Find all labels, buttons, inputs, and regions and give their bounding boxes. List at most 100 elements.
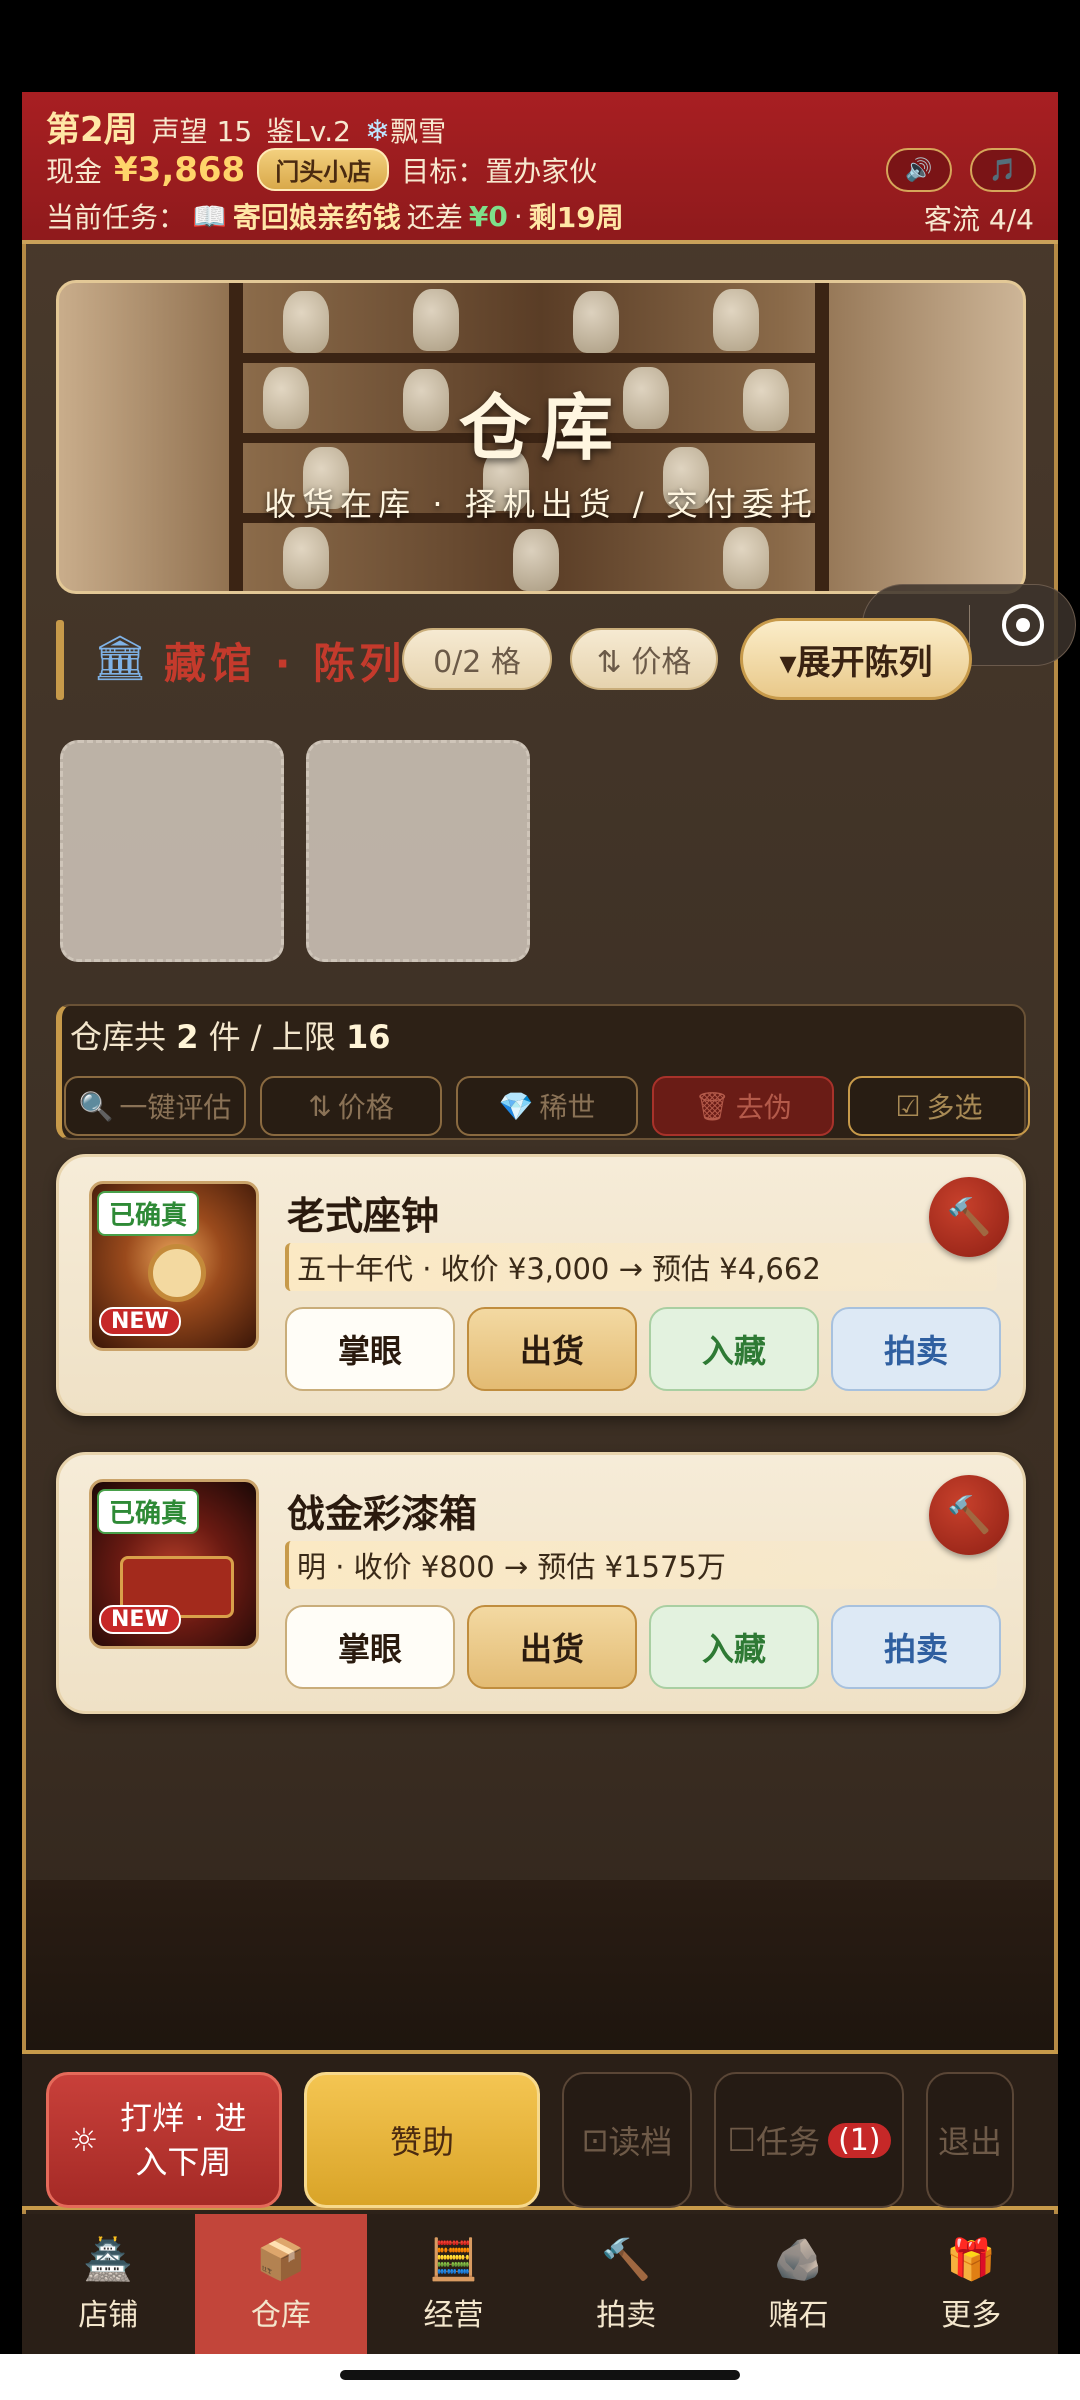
item-card: 已确真 NEW 老式座钟 五十年代 · 收价 ¥3,000 → 预估 ¥4,66… [56,1154,1026,1416]
expand-display-button[interactable]: ▾展开陈列 [740,618,972,700]
gift-icon: 🎁 [946,2236,997,2283]
status-row-2: 现金 ¥3,868 门头小店 目标：置办家伙 [46,148,597,191]
item-name: 戗金彩漆箱 [287,1492,478,1536]
remove-fakes-button[interactable]: 🗑 去伪 [652,1076,834,1136]
warehouse-count: 仓库共 2 件 / 上限 16 [70,1018,391,1056]
sell-button[interactable]: 出货 [467,1307,637,1391]
appraise-all-button[interactable]: 🔍 一键评估 [64,1076,246,1136]
task-label: 当前任务： [46,201,187,234]
status-row-1: 第2周 声望 15 鉴Lv.2 ❄飘雪 [46,102,446,151]
inspect-button[interactable]: 掌眼 [285,1307,455,1391]
end-week-label: 打烊 · 进入下周 [120,2099,247,2181]
sort-arrows-icon: ⇅ [308,1089,332,1123]
load-save-button[interactable]: ⊡ 读档 [562,2072,692,2208]
sponsor-button[interactable]: 赞助 [304,2072,540,2208]
task-name: 寄回娘亲药钱 [232,201,401,234]
warehouse-banner: 仓库 收货在库 · 择机出货 / 交付委托 [56,280,1026,594]
auction-button[interactable]: 拍卖 [831,1307,1001,1391]
item-meta: 明 · 收价 ¥800 → 预估 ¥1575万 [285,1541,997,1589]
task-gap-value: ¥0 [468,199,508,233]
tasks-button[interactable]: ☐ 任务 (1) [714,2072,904,2208]
sort-price-button[interactable]: ⇅ 价格 [260,1076,442,1136]
task-icon: ☐ [727,2121,757,2159]
music-toggle-button[interactable]: 🎵 [970,148,1036,192]
abacus-icon: 🧮 [428,2236,479,2283]
inspect-button[interactable]: 掌眼 [285,1605,455,1689]
new-badge: NEW [99,1605,181,1634]
diamond-icon: 💎 [498,1089,534,1123]
jade-stone-icon: 🪨 [773,2236,824,2283]
add-to-collection-button[interactable]: 入藏 [649,1605,819,1689]
new-badge: NEW [99,1307,181,1336]
sun-icon: ☼ [69,2121,99,2159]
end-week-button[interactable]: ☼ 打烊 · 进入下周 [46,2072,282,2208]
item-card: 已确真 NEW 戗金彩漆箱 明 · 收价 ¥800 → 预估 ¥1575万 🔨 … [56,1452,1026,1714]
customer-traffic: 客流 4/4 [924,203,1034,236]
sound-toggle-button[interactable]: 🔊 [886,148,952,192]
tab-shop[interactable]: 🏯 店铺 [22,2214,195,2354]
appraisal-level: 鉴Lv.2 [266,115,351,148]
tab-business[interactable]: 🧮 经营 [367,2214,540,2354]
item-meta: 五十年代 · 收价 ¥3,000 → 预估 ¥4,662 [285,1243,997,1291]
music-note-icon: 🎵 [989,157,1017,183]
task-separator: · [513,199,523,233]
shop-level-badge: 门头小店 [257,148,390,191]
display-slot-1[interactable] [60,740,284,962]
folder-icon: ⊡ [581,2121,609,2159]
tab-gamble-stone[interactable]: 🪨 赌石 [712,2214,885,2354]
tab-warehouse[interactable]: 📦 仓库 [194,2214,368,2354]
sell-button[interactable]: 出货 [467,1605,637,1689]
tab-more[interactable]: 🎁 更多 [885,2214,1058,2354]
exit-button[interactable]: 退出 [926,2072,1014,2208]
pagoda-icon: 🏯 [83,2236,134,2283]
current-task-row: 当前任务： 📖 寄回娘亲药钱 还差 ¥0 · 剩19周 [46,196,624,236]
banner-subtitle: 收货在库 · 择机出货 / 交付委托 [264,485,818,523]
status-header: 第2周 声望 15 鉴Lv.2 ❄飘雪 现金 ¥3,868 门头小店 目标：置办… [22,92,1058,244]
tab-auction[interactable]: 🔨 拍卖 [540,2214,713,2354]
task-gap-label: 还差 [406,201,463,234]
item-count: 2 [176,1018,199,1056]
item-limit: 16 [345,1018,391,1056]
snowflake-icon: ❄ [364,114,391,149]
display-slots-pill: 0/2 格 [402,628,552,690]
book-icon: 📖 [192,199,227,233]
warehouse-toolbar: 仓库共 2 件 / 上限 16 🔍 一键评估 ⇅ 价格 💎 稀世 🗑 去伪 ☑ 多选 [56,1004,1030,1140]
checkbox-icon: ☑ [895,1089,921,1123]
close-miniprogram-button[interactable] [970,604,1075,646]
clock-icon [148,1244,206,1302]
verified-badge: 已确真 [97,1489,200,1534]
speaker-icon: 🔊 [905,157,933,183]
display-slot-2[interactable] [306,740,530,962]
collection-sort-price-button[interactable]: ⇅ 价格 [570,628,718,690]
cash-value: ¥3,868 [114,149,246,190]
banner-title: 仓库 [458,386,623,470]
collection-title: 藏馆 · 陈列 [164,639,406,688]
auction-button[interactable]: 拍卖 [831,1605,1001,1689]
add-to-collection-button[interactable]: 入藏 [649,1307,819,1391]
week-label: 第2周 [46,110,138,150]
goal-label: 目标：置办家伙 [401,154,598,188]
weather: ❄飘雪 [365,110,446,150]
task-count-badge: (1) [828,2122,891,2158]
floor-background [26,1880,1054,2050]
hammer-icon[interactable]: 🔨 [929,1475,1009,1555]
action-bar: ☼ 打烊 · 进入下周 赞助 ⊡ 读档 ☐ 任务 (1) 退出 [22,2050,1058,2210]
gavel-icon: 🔨 [601,2236,651,2283]
home-indicator[interactable] [340,2370,740,2380]
verified-badge: 已确真 [97,1191,200,1236]
reputation-label: 声望 15 [151,115,253,148]
section-accent-bar [56,620,64,700]
task-weeks-left: 剩19周 [528,201,624,234]
museum-icon: 🏛 [92,633,148,684]
multi-select-button[interactable]: ☑ 多选 [848,1076,1030,1136]
crate-icon: 📦 [255,2236,306,2283]
hammer-icon[interactable]: 🔨 [929,1177,1009,1257]
trash-icon: 🗑 [694,1089,730,1123]
cash-label: 现金 [46,154,103,188]
magnifier-icon: 🔍 [78,1089,114,1123]
item-name: 老式座钟 [287,1194,440,1238]
bottom-tab-bar: 🏯 店铺 📦 仓库 🧮 经营 🔨 拍卖 🪨 赌石 🎁 更多 [22,2214,1058,2354]
target-circle-icon [1001,604,1044,646]
weather-label: 飘雪 [390,115,447,148]
filter-rare-button[interactable]: 💎 稀世 [456,1076,638,1136]
